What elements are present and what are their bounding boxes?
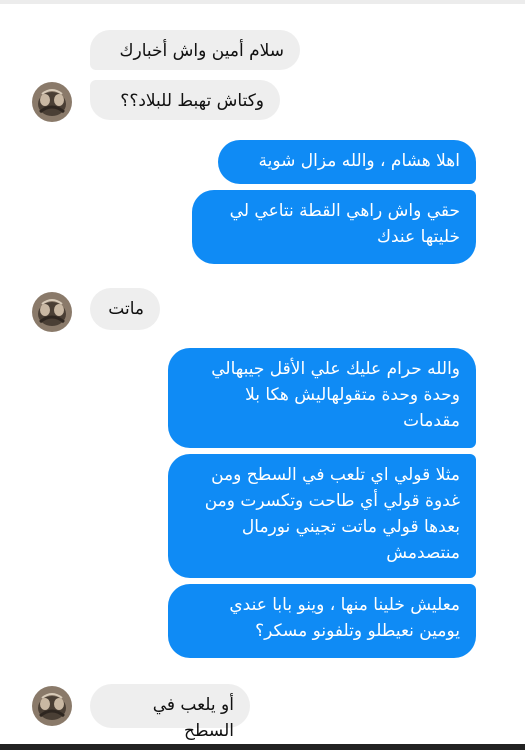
cat-avatar-icon — [32, 292, 72, 332]
chat-thread: سلام أمين واش أخبارك وكتاش تهبط للبلاد؟؟… — [0, 0, 525, 750]
incoming-message-bubble[interactable]: وكتاش تهبط للبلاد؟؟ — [90, 80, 280, 120]
outgoing-message-bubble[interactable]: اهلا هشام ، والله مزال شوية — [218, 140, 476, 184]
incoming-message-bubble[interactable]: ماتت — [90, 288, 160, 330]
sender-avatar[interactable] — [32, 292, 72, 332]
message-text: وكتاش تهبط للبلاد؟؟ — [120, 91, 264, 111]
outgoing-message-bubble[interactable]: والله حرام عليك علي الأقل جيبهالي وحدة و… — [168, 348, 476, 448]
message-text: اهلا هشام ، والله مزال شوية — [258, 151, 460, 171]
outgoing-message-bubble[interactable]: معليش خلينا منها ، وينو بابا عندي يومين … — [168, 584, 476, 658]
message-text: والله حرام عليك علي الأقل جيبهالي وحدة و… — [211, 359, 460, 431]
cat-avatar-icon — [32, 686, 72, 726]
sender-avatar[interactable] — [32, 82, 72, 122]
outgoing-message-bubble[interactable]: حقي واش راهي القطة نتاعي لي خليتها عندك — [192, 190, 476, 264]
top-divider — [0, 0, 525, 4]
bottom-edge — [0, 744, 525, 750]
outgoing-message-bubble[interactable]: مثلا قولي اي تلعب في السطح ومن غدوة قولي… — [168, 454, 476, 578]
incoming-message-bubble[interactable]: سلام أمين واش أخبارك — [90, 30, 300, 70]
message-text: أو يلعب في السطح — [152, 695, 234, 741]
message-text: معليش خلينا منها ، وينو بابا عندي يومين … — [229, 595, 460, 641]
message-text: حقي واش راهي القطة نتاعي لي خليتها عندك — [229, 201, 460, 247]
message-text: سلام أمين واش أخبارك — [119, 41, 284, 61]
cat-avatar-icon — [32, 82, 72, 122]
sender-avatar[interactable] — [32, 686, 72, 726]
message-text: ماتت — [108, 299, 144, 319]
incoming-message-bubble[interactable]: أو يلعب في السطح — [90, 684, 250, 741]
message-text: مثلا قولي اي تلعب في السطح ومن غدوة قولي… — [204, 465, 460, 563]
